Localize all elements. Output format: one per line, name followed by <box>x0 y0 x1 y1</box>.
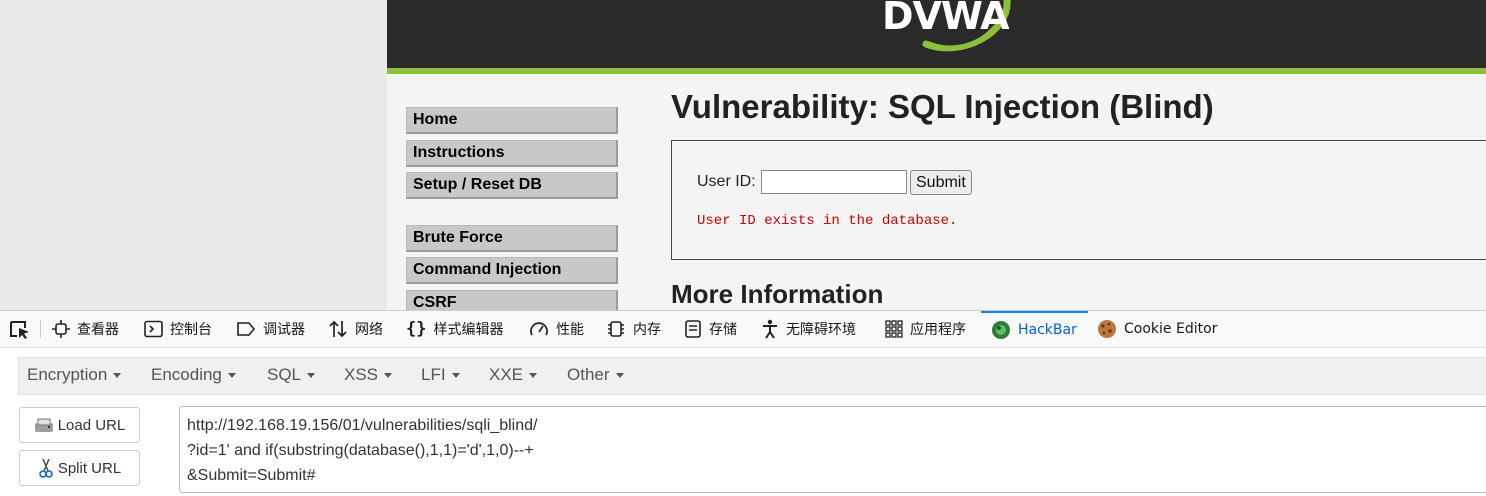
xss-menu[interactable]: XSS <box>344 365 393 385</box>
encoding-menu[interactable]: Encoding <box>151 365 236 385</box>
tab-debugger[interactable]: 调试器 <box>236 311 305 347</box>
application-icon <box>885 320 903 338</box>
performance-icon <box>530 322 548 336</box>
dvwa-page: DVWA Home Instructions Setup / Reset DB … <box>387 0 1486 310</box>
hackbar-toolbar: Encryption Encoding SQL XSS LFI XXE Othe… <box>18 357 1486 395</box>
tab-label: 调试器 <box>263 322 305 338</box>
caret-down-icon <box>307 373 316 379</box>
sql-menu[interactable]: SQL <box>267 365 316 385</box>
caret-down-icon <box>529 373 538 379</box>
hackbar-icon <box>992 321 1010 339</box>
tab-label: 样式编辑器 <box>433 322 504 338</box>
user-id-label: User ID: <box>697 173 756 190</box>
element-picker-icon[interactable] <box>9 320 31 340</box>
tabbar-separator <box>40 320 41 338</box>
tab-network[interactable]: 网络 <box>328 311 383 347</box>
url-line: ?id=1' and if(substring(database(),1,1)=… <box>187 442 534 459</box>
tab-cookie-editor[interactable]: Cookie Editor <box>1097 311 1217 347</box>
menu-item-instructions[interactable]: Instructions <box>406 139 618 167</box>
menu-label: Encryption <box>27 365 108 384</box>
caret-down-icon <box>113 373 122 379</box>
menu-item-brute-force[interactable]: Brute Force <box>406 224 618 252</box>
page-title: Vulnerability: SQL Injection (Blind) <box>671 88 1214 125</box>
more-info-heading: More Information <box>671 279 884 309</box>
tab-label: 无障碍环境 <box>786 322 856 338</box>
menu-label: SQL <box>267 365 302 384</box>
load-url-button[interactable]: Load URL <box>19 407 140 443</box>
menu-item-setup[interactable]: Setup / Reset DB <box>406 172 618 199</box>
storage-icon <box>685 320 701 338</box>
tab-performance[interactable]: 性能 <box>529 311 584 347</box>
xxe-menu[interactable]: XXE <box>489 365 538 385</box>
tab-label: 控制台 <box>170 322 212 338</box>
menu-item-home[interactable]: Home <box>406 107 618 134</box>
tab-memory[interactable]: 内存 <box>606 311 661 347</box>
menu-label: LFI <box>421 365 446 384</box>
menu-gap <box>406 205 618 225</box>
menu-item-csrf[interactable]: CSRF <box>406 289 618 310</box>
load-url-icon <box>34 418 53 432</box>
tab-hackbar[interactable]: HackBar <box>981 311 1088 347</box>
url-line: &Submit=Submit# <box>187 467 316 484</box>
caret-down-icon <box>451 373 460 379</box>
tab-storage[interactable]: 存储 <box>684 311 737 347</box>
vulnerable-code-area: User ID: Submit User ID exists in the da… <box>671 140 1486 260</box>
menu-label: Encoding <box>151 365 222 384</box>
lfi-menu[interactable]: LFI <box>421 365 460 385</box>
tab-accessibility[interactable]: 无障碍环境 <box>761 311 856 347</box>
url-textarea[interactable]: http://192.168.19.156/01/vulnerabilities… <box>179 406 1486 493</box>
cookie-icon <box>1098 320 1116 338</box>
tab-inspector[interactable]: 查看器 <box>52 311 119 347</box>
devtools-panel: 查看器 控制台 调试器 网络 {} 样式编辑器 性能 内存 存储 无障碍环境 应… <box>0 310 1486 496</box>
submit-button[interactable]: Submit <box>910 170 972 195</box>
caret-down-icon <box>615 373 624 379</box>
network-icon <box>329 320 347 338</box>
caret-down-icon <box>384 373 393 379</box>
dvwa-menu: Home Instructions Setup / Reset DB Brute… <box>406 107 618 310</box>
devtools-tabbar: 查看器 控制台 调试器 网络 {} 样式编辑器 性能 内存 存储 无障碍环境 应… <box>0 311 1486 348</box>
tab-console[interactable]: 控制台 <box>144 311 212 347</box>
menu-item-command-injection[interactable]: Command Injection <box>406 257 618 284</box>
tab-label: Cookie Editor <box>1124 321 1218 337</box>
accessibility-icon <box>763 319 777 339</box>
browser-blank-area <box>0 0 387 310</box>
other-menu[interactable]: Other <box>567 365 624 385</box>
tab-label: HackBar <box>1018 322 1077 338</box>
url-line: http://192.168.19.156/01/vulnerabilities… <box>187 417 538 434</box>
console-icon <box>144 320 163 338</box>
dvwa-header: DVWA <box>387 0 1486 68</box>
result-message: User ID exists in the database. <box>697 213 958 229</box>
load-url-label: Load URL <box>57 416 126 434</box>
tab-label: 查看器 <box>77 322 119 338</box>
split-url-button[interactable]: Split URL <box>19 450 140 486</box>
inspector-icon <box>52 320 70 338</box>
tab-label: 网络 <box>355 322 383 338</box>
user-id-input[interactable] <box>761 170 907 194</box>
split-url-label: Split URL <box>57 459 122 477</box>
scissors-icon <box>39 458 53 478</box>
tab-style-editor[interactable]: {} 样式编辑器 <box>406 311 503 347</box>
tab-label: 存储 <box>709 322 737 338</box>
logo-text: DVWA <box>882 0 1010 38</box>
tab-application[interactable]: 应用程序 <box>885 311 966 347</box>
menu-label: XXE <box>489 365 524 384</box>
memory-icon <box>608 321 624 337</box>
caret-down-icon <box>227 373 236 379</box>
debugger-icon <box>237 322 256 336</box>
tab-label: 内存 <box>633 322 661 338</box>
menu-label: Other <box>567 365 610 384</box>
encryption-menu[interactable]: Encryption <box>27 365 122 385</box>
style-editor-icon: {} <box>406 319 427 339</box>
header-accent-line <box>387 68 1486 74</box>
tab-label: 性能 <box>556 322 584 338</box>
tab-label: 应用程序 <box>910 322 966 338</box>
menu-label: XSS <box>344 365 379 384</box>
dvwa-logo: DVWA <box>882 0 1017 52</box>
